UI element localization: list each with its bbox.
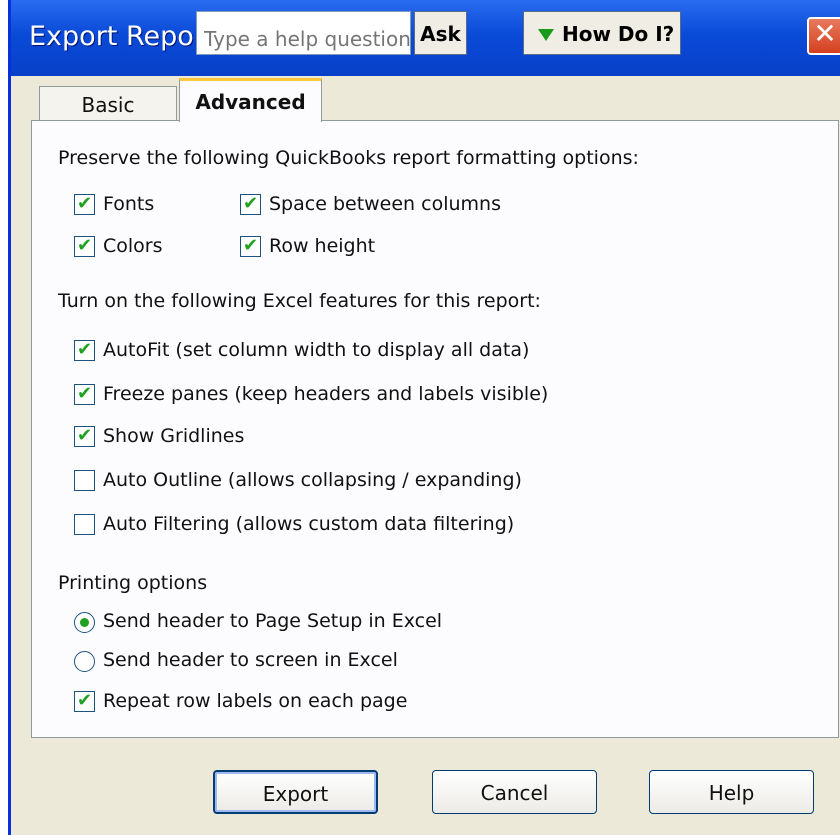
printing-heading: Printing options: [58, 572, 208, 594]
formatting-heading: Preserve the following QuickBooks report…: [58, 147, 639, 169]
how-do-i-label: How Do I?: [562, 22, 675, 46]
how-do-i-button[interactable]: How Do I?: [523, 11, 681, 55]
tab-advanced-label: Advanced: [195, 90, 306, 114]
row-height-checkbox[interactable]: ✔: [240, 236, 261, 257]
advanced-panel: Preserve the following QuickBooks report…: [31, 120, 839, 738]
space-between-columns-label[interactable]: Space between columns: [269, 193, 501, 215]
excel-features-heading: Turn on the following Excel features for…: [58, 290, 541, 312]
export-button[interactable]: Export: [213, 770, 378, 814]
header-screen-radio[interactable]: [74, 651, 95, 672]
title-bar[interactable]: Export Report Ask How Do I? ✕: [11, 0, 840, 76]
header-page-setup-label[interactable]: Send header to Page Setup in Excel: [103, 610, 442, 632]
tab-basic-label: Basic: [81, 93, 135, 117]
colors-label[interactable]: Colors: [103, 235, 163, 257]
tab-basic[interactable]: Basic: [39, 86, 177, 122]
auto-outline-checkbox[interactable]: [74, 470, 95, 491]
space-between-columns-checkbox[interactable]: ✔: [240, 194, 261, 215]
tab-advanced[interactable]: Advanced: [179, 78, 322, 122]
auto-filtering-label[interactable]: Auto Filtering (allows custom data filte…: [103, 513, 514, 535]
repeat-row-labels-label[interactable]: Repeat row labels on each page: [103, 690, 407, 712]
autofit-checkbox[interactable]: ✔: [74, 340, 95, 361]
show-gridlines-checkbox[interactable]: ✔: [74, 426, 95, 447]
auto-outline-label[interactable]: Auto Outline (allows collapsing / expand…: [103, 469, 522, 491]
cancel-button[interactable]: Cancel: [432, 770, 597, 814]
row-height-label[interactable]: Row height: [269, 235, 375, 257]
close-icon: ✕: [813, 17, 837, 50]
fonts-checkbox[interactable]: ✔: [74, 194, 95, 215]
repeat-row-labels-checkbox[interactable]: ✔: [74, 691, 95, 712]
triangle-down-icon: [538, 29, 554, 41]
ask-button[interactable]: Ask: [414, 11, 467, 55]
help-question-input[interactable]: [196, 11, 411, 55]
fonts-label[interactable]: Fonts: [103, 193, 154, 215]
freeze-panes-checkbox[interactable]: ✔: [74, 384, 95, 405]
colors-checkbox[interactable]: ✔: [74, 236, 95, 257]
auto-filtering-checkbox[interactable]: [74, 514, 95, 535]
dialog-title: Export Report: [29, 21, 216, 52]
close-button[interactable]: ✕: [807, 17, 840, 55]
freeze-panes-label[interactable]: Freeze panes (keep headers and labels vi…: [103, 383, 548, 405]
header-screen-label[interactable]: Send header to screen in Excel: [103, 649, 398, 671]
show-gridlines-label[interactable]: Show Gridlines: [103, 425, 244, 447]
autofit-label[interactable]: AutoFit (set column width to display all…: [103, 339, 529, 361]
export-report-dialog: Export Report Ask How Do I? ✕ Basic Adva…: [8, 0, 840, 835]
help-button[interactable]: Help: [649, 770, 814, 814]
header-page-setup-radio[interactable]: [74, 612, 95, 633]
